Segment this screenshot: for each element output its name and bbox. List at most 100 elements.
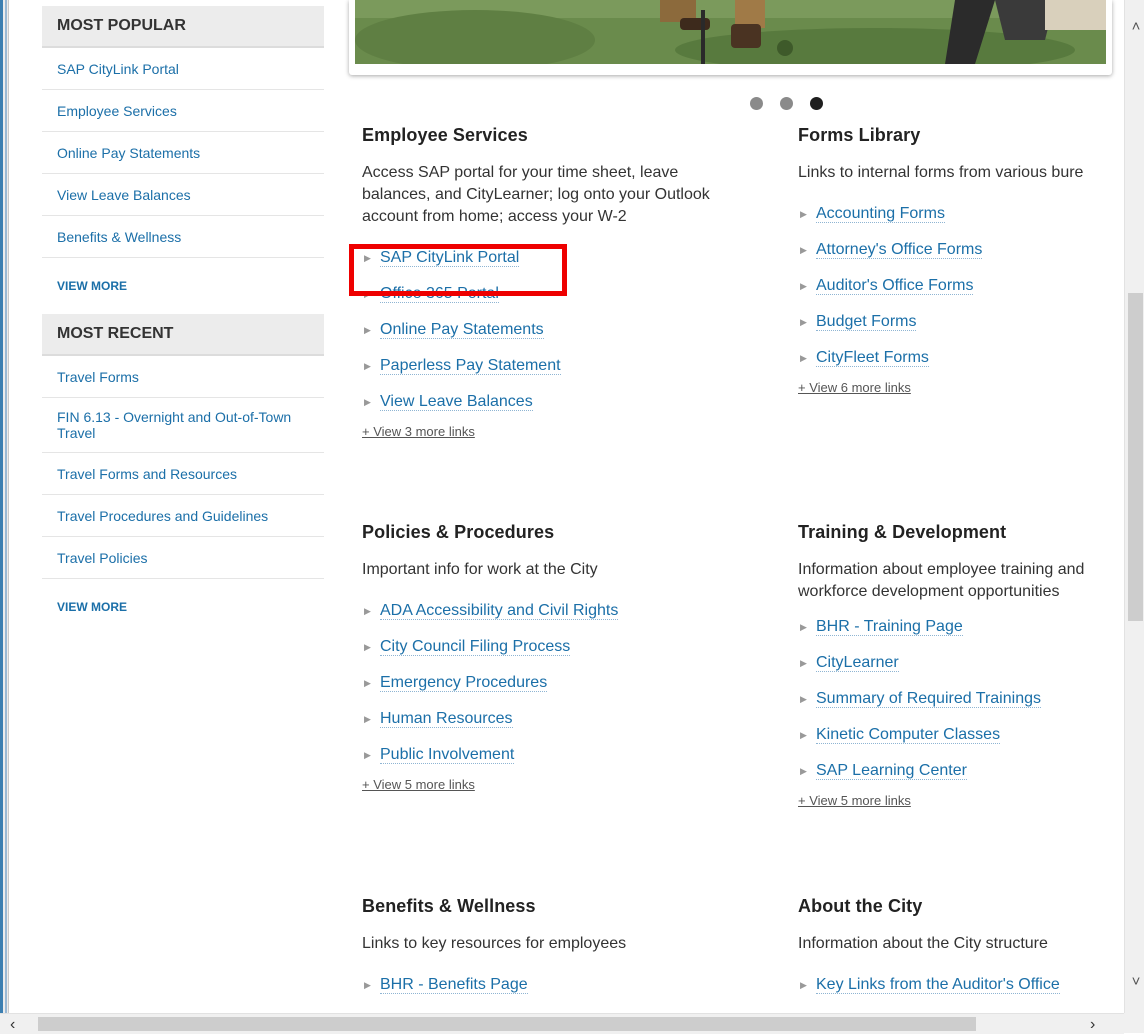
link-kinetic-computer-classes[interactable]: Kinetic Computer Classes [816, 726, 1001, 744]
hero-carousel [349, 0, 1112, 75]
triangle-right-icon: ▶ [364, 289, 371, 299]
benefits-title: Benefits & Wellness [362, 896, 536, 916]
window-left-edge [0, 0, 9, 1033]
triangle-right-icon: ▶ [800, 658, 807, 668]
link-bhr-benefits-page[interactable]: BHR - Benefits Page [380, 976, 528, 994]
training-more-links[interactable]: + View 5 more links [798, 793, 1124, 808]
link-item: ▶ Paperless Pay Statement [362, 348, 752, 384]
link-view-leave-balances[interactable]: View Leave Balances [380, 393, 533, 411]
link-item: ▶ City Council Filing Process [362, 629, 752, 665]
window-border-inner [5, 0, 7, 1033]
carousel-dot-2[interactable] [780, 97, 793, 110]
triangle-right-icon: ▶ [800, 209, 807, 219]
sidebar-item-fin-6-13[interactable]: FIN 6.13 - Overnight and Out-of-Town Tra… [42, 398, 324, 453]
link-item: ▶ BHR - Benefits Page [362, 967, 752, 1003]
triangle-right-icon: ▶ [800, 622, 807, 632]
link-item: ▶ Kinetic Computer Classes [798, 717, 1124, 753]
sidebar-item-online-pay-statements[interactable]: Online Pay Statements [42, 132, 324, 174]
horizontal-scrollbar[interactable]: ‹ › [0, 1013, 1124, 1034]
link-cityfleet-forms[interactable]: CityFleet Forms [816, 349, 929, 367]
link-item: ▶ Attorney's Office Forms [798, 232, 1124, 268]
link-item: ▶ CityLearner [798, 645, 1124, 681]
triangle-right-icon: ▶ [800, 980, 807, 990]
section-employee-services: Employee Services Access SAP portal for … [362, 125, 752, 439]
sidebar-item-travel-forms-resources[interactable]: Travel Forms and Resources [42, 453, 324, 495]
link-paperless-pay-statement[interactable]: Paperless Pay Statement [380, 357, 561, 375]
link-item: ▶ Key Links from the Auditor's Office [798, 967, 1124, 1003]
carousel-dot-3[interactable] [810, 97, 823, 110]
link-human-resources[interactable]: Human Resources [380, 710, 513, 728]
link-item: ▶ Emergency Procedures [362, 665, 752, 701]
policies-title: Policies & Procedures [362, 522, 555, 542]
carousel-dots [750, 97, 825, 111]
link-item: ▶ CityFleet Forms [798, 340, 1124, 376]
triangle-right-icon: ▶ [364, 253, 371, 263]
hero-image[interactable] [355, 0, 1106, 64]
hero-photo-illustration [355, 0, 1106, 64]
carousel-dot-1[interactable] [750, 97, 763, 110]
sidebar-item-travel-policies[interactable]: Travel Policies [42, 537, 324, 579]
training-links: ▶ BHR - Training Page ▶ CityLearner ▶ Summa… [798, 609, 1124, 789]
triangle-right-icon: ▶ [364, 606, 371, 616]
link-auditors-office-forms[interactable]: Auditor's Office Forms [816, 277, 974, 295]
triangle-right-icon: ▶ [364, 750, 371, 760]
triangle-right-icon: ▶ [800, 694, 807, 704]
forms-library-links: ▶ Accounting Forms ▶ Attorney's Office For… [798, 196, 1124, 376]
triangle-right-icon: ▶ [800, 317, 807, 327]
about-links: ▶ Key Links from the Auditor's Office [798, 967, 1124, 1003]
training-title: Training & Development [798, 522, 1007, 542]
triangle-right-icon: ▶ [800, 766, 807, 776]
chevron-right-icon[interactable]: › [1090, 1016, 1095, 1034]
link-item: ▶ Budget Forms [798, 304, 1124, 340]
link-budget-forms[interactable]: Budget Forms [816, 313, 917, 331]
triangle-right-icon: ▶ [800, 245, 807, 255]
policies-description: Important info for work at the City [362, 561, 598, 578]
link-item: ▶ ADA Accessibility and Civil Rights [362, 593, 752, 629]
benefits-description: Links to key resources for employees [362, 935, 627, 952]
forms-library-description: Links to internal forms from various bur… [798, 164, 1084, 181]
sidebar-item-employee-services[interactable]: Employee Services [42, 90, 324, 132]
horizontal-scroll-thumb[interactable] [38, 1017, 976, 1031]
link-attorneys-office-forms[interactable]: Attorney's Office Forms [816, 241, 983, 259]
triangle-right-icon: ▶ [364, 397, 371, 407]
employee-services-more-links[interactable]: + View 3 more links [362, 424, 752, 439]
policies-more-links[interactable]: + View 5 more links [362, 777, 752, 792]
link-city-council-filing[interactable]: City Council Filing Process [380, 638, 571, 656]
link-sap-citylink-portal[interactable]: SAP CityLink Portal [380, 249, 520, 267]
link-ada-accessibility[interactable]: ADA Accessibility and Civil Rights [380, 602, 619, 620]
chevron-up-icon[interactable]: ˄ [1129, 19, 1143, 34]
sidebar-item-benefits-wellness[interactable]: Benefits & Wellness [42, 216, 324, 258]
vertical-scrollbar[interactable]: ˄ ˅ [1124, 0, 1144, 1013]
most-recent-heading: MOST RECENT [42, 314, 324, 356]
link-sap-learning-center[interactable]: SAP Learning Center [816, 762, 967, 780]
sidebar-item-sap-citylink-portal[interactable]: SAP CityLink Portal [42, 48, 324, 90]
sidebar-item-travel-procedures[interactable]: Travel Procedures and Guidelines [42, 495, 324, 537]
triangle-right-icon: ▶ [800, 730, 807, 740]
chevron-left-icon[interactable]: ‹ [10, 1016, 15, 1034]
link-emergency-procedures[interactable]: Emergency Procedures [380, 674, 548, 692]
link-auditors-office-key-links[interactable]: Key Links from the Auditor's Office [816, 976, 1060, 994]
triangle-right-icon: ▶ [364, 714, 371, 724]
chevron-down-icon[interactable]: ˅ [1129, 974, 1143, 989]
forms-library-more-links[interactable]: + View 6 more links [798, 380, 1124, 395]
link-accounting-forms[interactable]: Accounting Forms [816, 205, 945, 223]
sidebar-item-travel-forms[interactable]: Travel Forms [42, 356, 324, 398]
link-item: ▶ Public Involvement [362, 737, 752, 773]
most-recent-view-more-link[interactable]: VIEW MORE [42, 579, 324, 635]
triangle-right-icon: ▶ [364, 678, 371, 688]
vertical-scroll-thumb[interactable] [1128, 293, 1143, 621]
about-description: Information about the City structure [798, 935, 1048, 952]
link-office-365-portal[interactable]: Office 365 Portal [380, 285, 499, 303]
link-item: ▶ Human Resources [362, 701, 752, 737]
link-public-involvement[interactable]: Public Involvement [380, 746, 515, 764]
link-item: ▶ Online Pay Statements [362, 312, 752, 348]
link-citylearner[interactable]: CityLearner [816, 654, 899, 672]
employee-services-description: Access SAP portal for your time sheet, l… [362, 164, 710, 225]
link-online-pay-statements[interactable]: Online Pay Statements [380, 321, 544, 339]
section-training-development: Training & Development Information about… [798, 522, 1124, 808]
link-item: ▶ Summary of Required Trainings [798, 681, 1124, 717]
most-popular-view-more-link[interactable]: VIEW MORE [42, 258, 324, 314]
link-required-trainings[interactable]: Summary of Required Trainings [816, 690, 1041, 708]
link-bhr-training-page[interactable]: BHR - Training Page [816, 618, 963, 636]
sidebar-item-view-leave-balances[interactable]: View Leave Balances [42, 174, 324, 216]
